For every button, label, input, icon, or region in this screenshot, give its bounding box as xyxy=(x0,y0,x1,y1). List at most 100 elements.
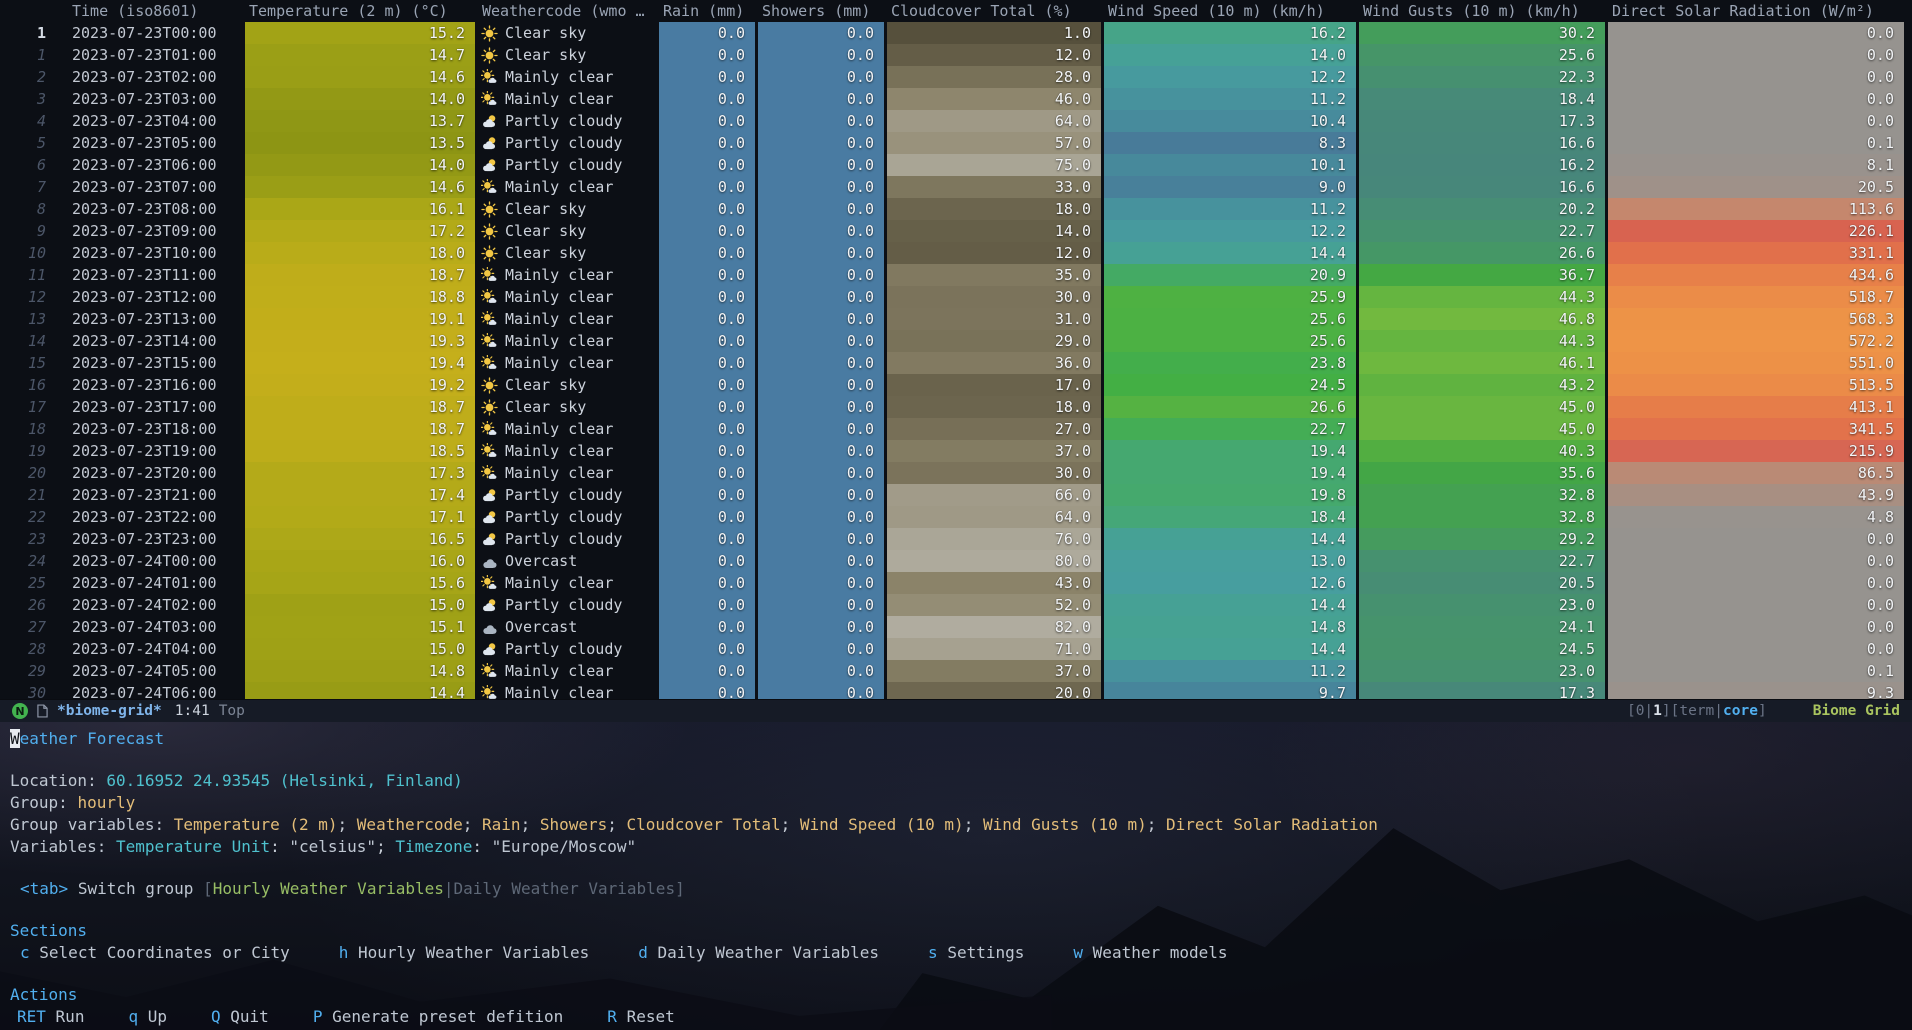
cell-solar: 0.0 xyxy=(1608,66,1904,88)
weather-label: Partly cloudy xyxy=(505,484,622,506)
section-label: Hourly Weather Variables xyxy=(358,943,589,962)
section-key[interactable]: s xyxy=(928,943,938,962)
action-key[interactable]: R xyxy=(607,1007,617,1026)
section-key[interactable]: w xyxy=(1073,943,1083,962)
cell-time: 2023-07-23T10:00 xyxy=(57,242,242,264)
cell-time: 2023-07-23T11:00 xyxy=(57,264,242,286)
group-variable: Cloudcover Total xyxy=(627,815,781,834)
line-number: 8 xyxy=(0,198,54,220)
section-item-daily-weather-variables[interactable]: d Daily Weather Variables xyxy=(638,942,879,964)
section-item-settings[interactable]: s Settings xyxy=(928,942,1024,964)
cell-showers: 0.0 xyxy=(758,110,884,132)
sections-heading: Sections xyxy=(10,920,1912,942)
buffer-name[interactable]: *biome-grid* xyxy=(57,703,162,719)
tab-keybinding[interactable]: <tab> xyxy=(20,879,68,898)
tab-option-hourly[interactable]: Hourly Weather Variables xyxy=(213,879,444,898)
table-row: 302023-07-24T06:0014.4Mainly clear0.00.0… xyxy=(0,682,1912,699)
cell-rain: 0.0 xyxy=(659,308,755,330)
action-key[interactable]: Q xyxy=(211,1007,221,1026)
cell-time: 2023-07-24T06:00 xyxy=(57,682,242,699)
line-number: 16 xyxy=(0,374,54,396)
column-header-showers: Showers (mm) xyxy=(758,0,884,22)
cell-temperature: 18.7 xyxy=(245,396,475,418)
biome-weather-grid[interactable]: Time (iso8601)Temperature (2 m) (°C)Weat… xyxy=(0,0,1912,699)
section-key[interactable]: h xyxy=(339,943,349,962)
section-item-hourly-weather-variables[interactable]: h Hourly Weather Variables xyxy=(339,942,589,964)
cell-wind-speed: 25.6 xyxy=(1104,308,1356,330)
section-key[interactable]: c xyxy=(20,943,30,962)
cell-weathercode: Mainly clear xyxy=(478,286,656,308)
cell-cloudcover: 17.0 xyxy=(887,374,1101,396)
sun-small-cloud-icon xyxy=(481,685,498,700)
cell-temperature: 19.3 xyxy=(245,330,475,352)
blank-line xyxy=(10,750,1912,770)
cell-wind-gusts: 17.3 xyxy=(1359,682,1605,699)
cell-weathercode: Clear sky xyxy=(478,198,656,220)
line-number: 3 xyxy=(0,88,54,110)
action-key[interactable]: RET xyxy=(17,1007,46,1026)
weather-label: Mainly clear xyxy=(505,462,613,484)
section-item-weather-models[interactable]: w Weather models xyxy=(1073,942,1227,964)
cell-weathercode: Mainly clear xyxy=(478,88,656,110)
cell-cloudcover: 75.0 xyxy=(887,154,1101,176)
action-key[interactable]: P xyxy=(313,1007,323,1026)
action-item-quit[interactable]: Q Quit xyxy=(211,1006,269,1028)
weather-label: Clear sky xyxy=(505,242,586,264)
section-label: Settings xyxy=(947,943,1024,962)
cell-weathercode: Clear sky xyxy=(478,22,656,44)
cell-rain: 0.0 xyxy=(659,572,755,594)
action-item-run[interactable]: RET Run xyxy=(17,1006,84,1028)
table-row: 282023-07-24T04:0015.0Partly cloudy0.00.… xyxy=(0,638,1912,660)
cell-weathercode: Overcast xyxy=(478,616,656,638)
section-item-select-coordinates-or-city[interactable]: c Select Coordinates or City xyxy=(20,942,290,964)
weather-label: Mainly clear xyxy=(505,286,613,308)
cell-weathercode: Mainly clear xyxy=(478,66,656,88)
cell-wind-speed: 14.8 xyxy=(1104,616,1356,638)
action-key[interactable]: q xyxy=(128,1007,138,1026)
cell-wind-speed: 26.6 xyxy=(1104,396,1356,418)
cell-showers: 0.0 xyxy=(758,550,884,572)
cell-wind-speed: 10.1 xyxy=(1104,154,1356,176)
blank-line xyxy=(10,900,1912,920)
cell-time: 2023-07-23T08:00 xyxy=(57,198,242,220)
cell-wind-gusts: 20.5 xyxy=(1359,572,1605,594)
cell-wind-speed: 16.2 xyxy=(1104,22,1356,44)
variables-line: Variables: Temperature Unit: "celsius"; … xyxy=(10,836,1912,858)
cell-time: 2023-07-23T18:00 xyxy=(57,418,242,440)
cell-temperature: 18.7 xyxy=(245,418,475,440)
table-row: 292023-07-24T05:0014.8Mainly clear0.00.0… xyxy=(0,660,1912,682)
cell-rain: 0.0 xyxy=(659,638,755,660)
cell-cloudcover: 28.0 xyxy=(887,66,1101,88)
table-row: 232023-07-23T23:0016.5Partly cloudy0.00.… xyxy=(0,528,1912,550)
cell-solar: 434.6 xyxy=(1608,264,1904,286)
action-item-generate-preset-defition[interactable]: P Generate preset defition xyxy=(313,1006,563,1028)
cell-wind-gusts: 43.2 xyxy=(1359,374,1605,396)
cell-temperature: 14.6 xyxy=(245,66,475,88)
cell-wind-speed: 9.0 xyxy=(1104,176,1356,198)
cell-weathercode: Partly cloudy xyxy=(478,594,656,616)
sun-behind-cloud-icon xyxy=(481,157,498,174)
table-row: 212023-07-23T21:0017.4Partly cloudy0.00.… xyxy=(0,484,1912,506)
weather-label: Clear sky xyxy=(505,198,586,220)
tab-option-daily[interactable]: Daily Weather Variables xyxy=(454,879,676,898)
cell-time: 2023-07-23T20:00 xyxy=(57,462,242,484)
cell-rain: 0.0 xyxy=(659,660,755,682)
cell-weathercode: Partly cloudy xyxy=(478,528,656,550)
cell-cloudcover: 31.0 xyxy=(887,308,1101,330)
action-item-reset[interactable]: R Reset xyxy=(607,1006,674,1028)
action-label: Quit xyxy=(230,1007,269,1026)
cell-cloudcover: 36.0 xyxy=(887,352,1101,374)
cell-temperature: 16.5 xyxy=(245,528,475,550)
tab-prefix: [term| xyxy=(1671,703,1723,719)
location-coordinates[interactable]: 60.16952 24.93545 xyxy=(106,771,270,790)
cell-cloudcover: 76.0 xyxy=(887,528,1101,550)
text-cursor: W xyxy=(10,729,20,748)
cell-temperature: 19.4 xyxy=(245,352,475,374)
table-row: 132023-07-23T13:0019.1Mainly clear0.00.0… xyxy=(0,308,1912,330)
section-key[interactable]: d xyxy=(638,943,648,962)
table-row: 192023-07-23T19:0018.5Mainly clear0.00.0… xyxy=(0,440,1912,462)
cell-rain: 0.0 xyxy=(659,594,755,616)
cell-rain: 0.0 xyxy=(659,506,755,528)
action-item-up[interactable]: q Up xyxy=(128,1006,167,1028)
cell-time: 2023-07-24T00:00 xyxy=(57,550,242,572)
